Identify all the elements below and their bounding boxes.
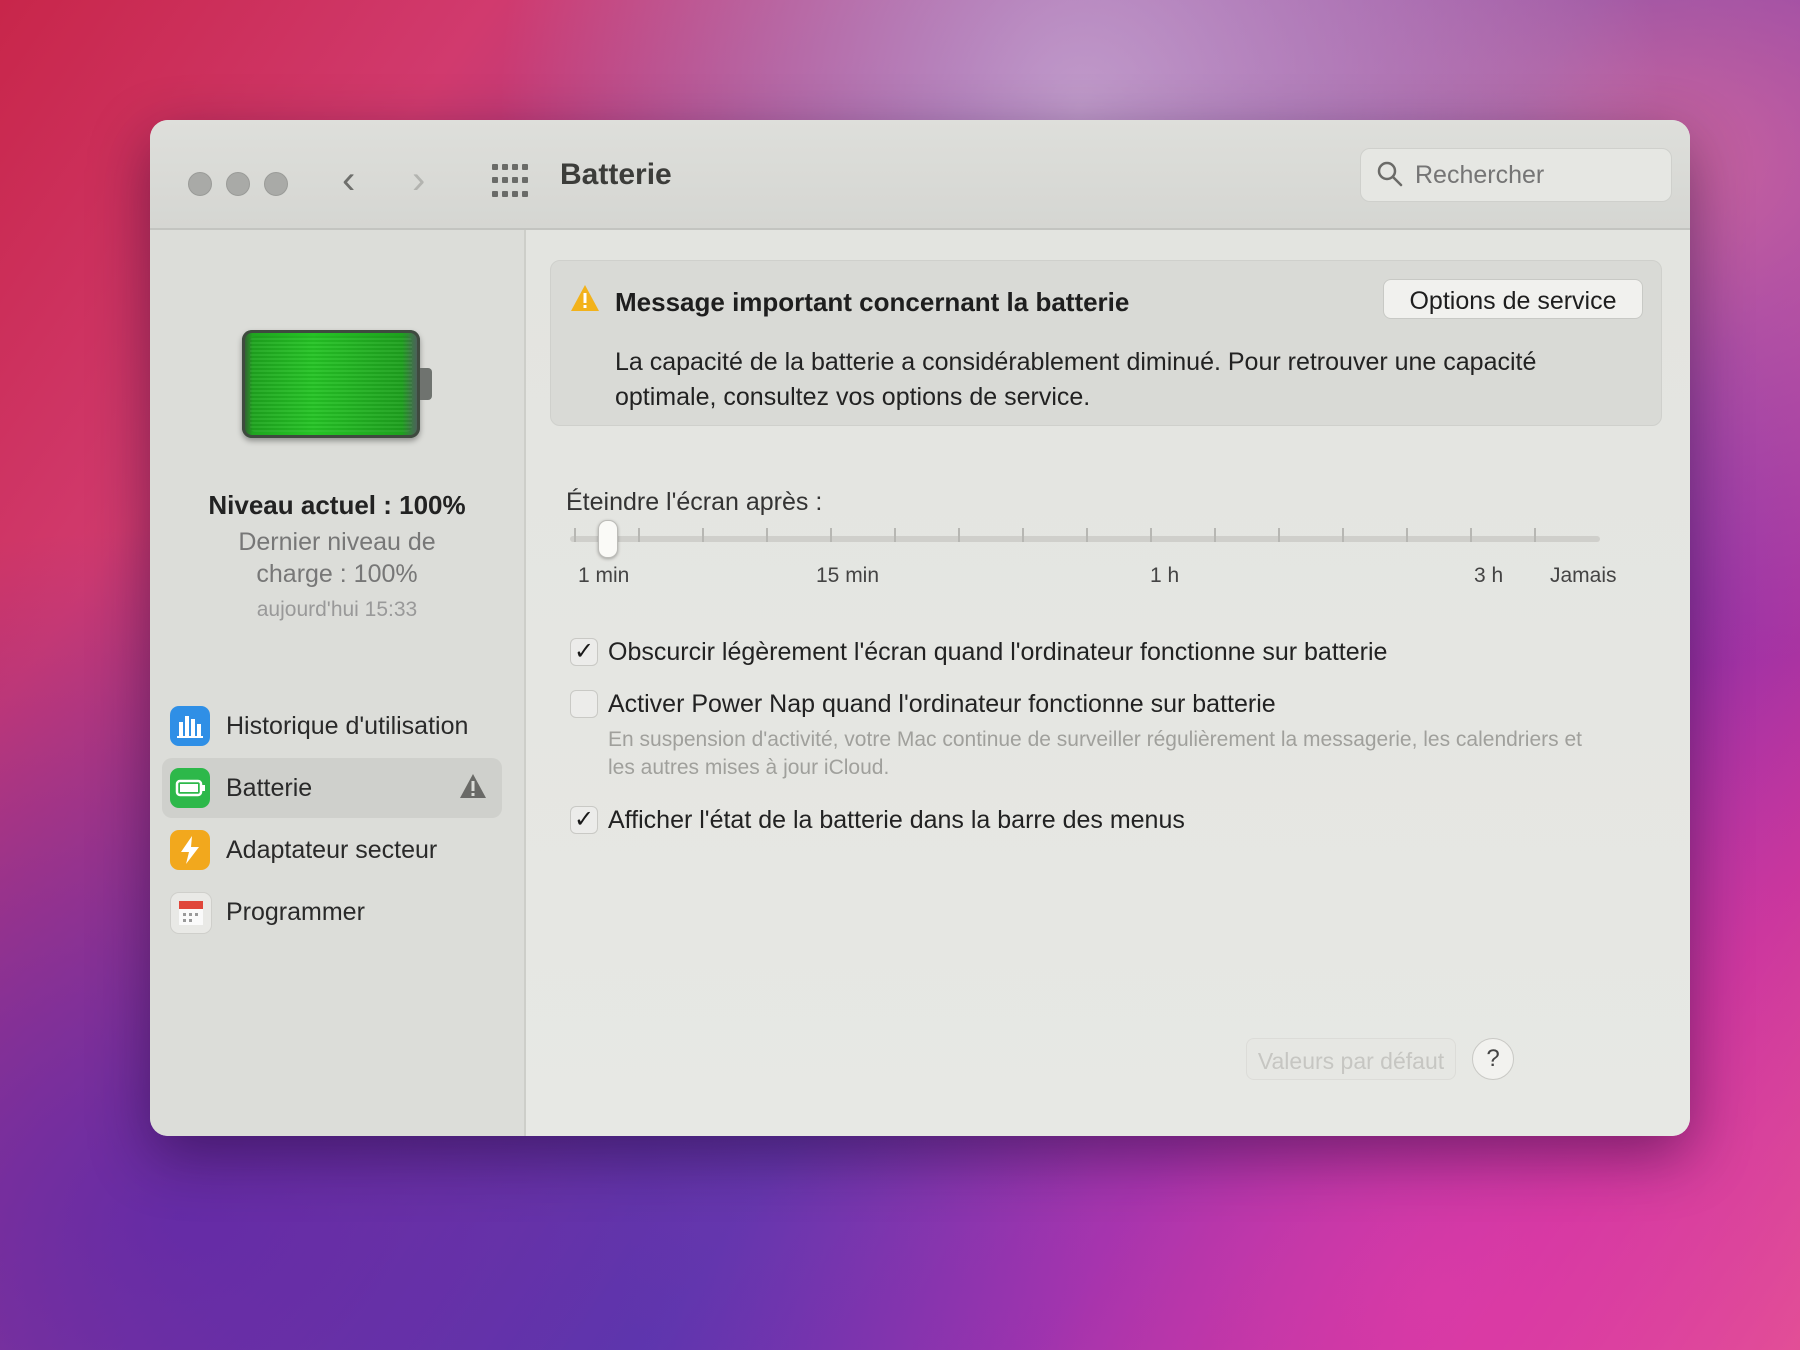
slider-tick (638, 528, 640, 542)
warning-icon (571, 285, 599, 311)
slider-tick (1086, 528, 1088, 542)
slider-tick (830, 528, 832, 542)
current-level-text: Niveau actuel : 100% (208, 490, 466, 520)
sidebar-item-battery[interactable]: Batterie (162, 758, 502, 818)
show-all-grid-icon[interactable] (492, 164, 528, 200)
sidebar-item-schedule[interactable]: Programmer (162, 882, 502, 942)
option-label: Afficher l'état de la batterie dans la b… (608, 806, 1185, 834)
power-nap-description: En suspension d'activité, votre Mac cont… (608, 728, 1582, 779)
alert-message: La capacité de la batterie a considérabl… (615, 348, 1537, 411)
slider-tick-label: Jamais (1550, 564, 1617, 587)
sidebar-item-label: Historique d'utilisation (226, 712, 469, 740)
sidebar-item-label: Programmer (226, 898, 365, 926)
sidebar-item-usage-history[interactable]: Historique d'utilisation (162, 696, 502, 756)
slider-tick-label: 15 min (816, 564, 880, 587)
battery-level-graphic (242, 330, 442, 438)
menu-bar-battery-checkbox[interactable]: ✓ (570, 806, 598, 834)
search-field[interactable] (1360, 148, 1672, 202)
dim-display-checkbox[interactable]: ✓ (570, 638, 598, 666)
sidebar-item-label: Batterie (226, 774, 313, 802)
last-charge-time: aujourd'hui 15:33 (256, 598, 418, 621)
preferences-window: ‹ › Batterie Niveau actuel : 100% Dernie… (150, 120, 1690, 1136)
forward-icon[interactable]: › (412, 160, 425, 200)
minimize-window-button[interactable] (226, 172, 250, 196)
zoom-window-button[interactable] (264, 172, 288, 196)
slider-tick (702, 528, 704, 542)
slider-tick (1022, 528, 1024, 542)
option-label: Obscurcir légèrement l'écran quand l'ord… (608, 638, 1388, 666)
battery-alert: Message important concernant la batterie… (550, 260, 1662, 426)
slider-knob[interactable] (598, 520, 618, 558)
service-options-button[interactable]: Options de service (1383, 279, 1643, 319)
power-nap-checkbox[interactable] (570, 690, 598, 718)
sidebar-item-power-adapter[interactable]: Adaptateur secteur (162, 820, 502, 880)
display-sleep-label: Éteindre l'écran après : (566, 488, 823, 516)
slider-tick (766, 528, 768, 542)
search-input[interactable] (1413, 157, 1657, 193)
last-charge-text: Dernier niveau de charge : 100% (238, 528, 436, 588)
main-content: Message important concernant la batterie… (526, 230, 1690, 1136)
slider-tick-label: 1 min (578, 564, 630, 587)
close-window-button[interactable] (188, 172, 212, 196)
slider-tick (958, 528, 960, 542)
warning-icon (460, 774, 486, 798)
slider-tick-label: 1 h (1150, 564, 1180, 587)
slider-tick-label: 3 h (1474, 564, 1504, 587)
slider-tick (894, 528, 896, 542)
option-label: Activer Power Nap quand l'ordinateur fon… (608, 690, 1276, 718)
slider-tick (1406, 528, 1408, 542)
title-bar: ‹ › Batterie (150, 120, 1690, 230)
alert-title: Message important concernant la batterie (615, 287, 1130, 317)
slider-tick (1278, 528, 1280, 542)
slider-tick (1214, 528, 1216, 542)
slider-tick (1150, 528, 1152, 542)
calendar-icon (170, 892, 212, 934)
slider-tick (1342, 528, 1344, 542)
window-title: Batterie (560, 158, 672, 191)
restore-defaults-button[interactable]: Valeurs par défaut (1246, 1038, 1456, 1080)
slider-tick (1534, 528, 1536, 542)
back-icon[interactable]: ‹ (342, 160, 355, 200)
sidebar: Niveau actuel : 100% Dernier niveau de c… (150, 230, 526, 1136)
lightning-icon (170, 830, 210, 870)
search-icon (1377, 161, 1403, 187)
slider-tick (574, 528, 576, 542)
display-sleep-slider[interactable] (570, 520, 1600, 558)
slider-tick (1470, 528, 1472, 542)
bar-chart-icon (170, 706, 210, 746)
sidebar-item-label: Adaptateur secteur (226, 836, 438, 864)
help-button[interactable]: ? (1472, 1038, 1514, 1080)
battery-icon (170, 768, 210, 808)
